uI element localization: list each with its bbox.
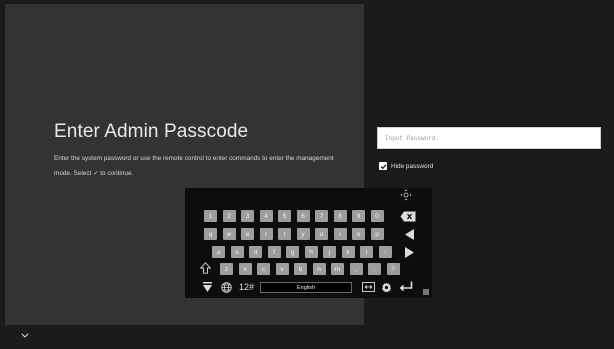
key-row4-7[interactable]: , [349, 263, 363, 275]
instructions-text-part2: to continue. [100, 170, 134, 177]
key-row3-1[interactable]: s [230, 246, 244, 258]
checkmark-icon: ✓ [93, 170, 99, 177]
instructions-text: Enter the system password or use the rem… [54, 151, 339, 181]
key-row1-4[interactable]: 5 [278, 210, 291, 222]
key-row3-0[interactable]: a [212, 246, 225, 258]
key-row1-9[interactable]: 0 [370, 210, 384, 222]
page-title: Enter Admin Passcode [54, 121, 249, 142]
key-row3-3[interactable]: f [267, 246, 281, 258]
key-row2-7[interactable]: i [333, 228, 347, 240]
key-row1-6[interactable]: 7 [315, 210, 328, 222]
move-keyboard-icon[interactable] [400, 189, 412, 201]
key-row2-1[interactable]: w [222, 228, 236, 240]
key-row1-1[interactable]: 2 [222, 210, 236, 222]
arrow-right-icon[interactable] [403, 246, 415, 258]
enter-icon[interactable] [398, 280, 414, 293]
key-row3-4[interactable]: g [286, 246, 299, 258]
key-row2-3[interactable]: r [259, 228, 273, 240]
key-row1-3[interactable]: 4 [259, 210, 273, 222]
symbols-key[interactable]: 12# [239, 282, 254, 292]
key-row2-6[interactable]: u [315, 228, 328, 240]
hide-password-toggle[interactable]: Hide password [379, 162, 433, 170]
key-row4-8[interactable]: . [368, 263, 381, 275]
password-input[interactable] [377, 127, 601, 149]
arrow-left-icon[interactable] [403, 228, 415, 240]
on-screen-keyboard: 12# English 1234567890 qwertyuiop asdfghjk… [185, 188, 432, 298]
backspace-icon[interactable] [400, 210, 416, 222]
key-row2-9[interactable]: p [370, 228, 384, 240]
hide-password-checkbox[interactable] [379, 162, 387, 170]
hide-keyboard-icon[interactable] [201, 281, 213, 293]
chevron-down-icon[interactable] [21, 333, 29, 338]
key-row3-6[interactable]: j [323, 246, 336, 258]
gear-icon[interactable] [380, 281, 392, 293]
resize-keyboard-icon[interactable] [423, 289, 429, 295]
key-row2-2[interactable]: e [241, 228, 254, 240]
cursor-mode-icon[interactable] [361, 281, 375, 293]
hide-password-label: Hide password [391, 162, 434, 170]
key-row4-0[interactable]: z [220, 263, 233, 275]
key-row3-9[interactable]: - [378, 246, 392, 258]
key-row2-5[interactable]: y [296, 228, 310, 240]
key-row4-6[interactable]: m [331, 263, 344, 275]
key-row3-8[interactable]: l [360, 246, 373, 258]
shift-icon[interactable] [199, 262, 211, 274]
key-row4-9[interactable]: ? [386, 263, 400, 275]
bottom-bar [0, 325, 614, 349]
key-row1-2[interactable]: 3 [241, 210, 254, 222]
key-row3-5[interactable]: h [304, 246, 318, 258]
key-row4-5[interactable]: n [312, 263, 326, 275]
key-row3-7[interactable]: k [341, 246, 355, 258]
globe-icon[interactable] [220, 281, 232, 293]
key-row4-2[interactable]: c [257, 263, 270, 275]
language-key[interactable]: English [260, 282, 352, 293]
key-row4-1[interactable]: x [238, 263, 252, 275]
key-row1-0[interactable]: 1 [204, 210, 217, 222]
key-row2-8[interactable]: o [352, 228, 365, 240]
key-row1-5[interactable]: 6 [296, 210, 310, 222]
key-row4-4[interactable]: b [294, 263, 307, 275]
key-row2-0[interactable]: q [204, 228, 217, 240]
key-row1-7[interactable]: 8 [333, 210, 347, 222]
key-row4-3[interactable]: v [275, 263, 289, 275]
key-row2-4[interactable]: t [278, 228, 291, 240]
key-row1-8[interactable]: 9 [352, 210, 365, 222]
key-row3-2[interactable]: d [249, 246, 262, 258]
